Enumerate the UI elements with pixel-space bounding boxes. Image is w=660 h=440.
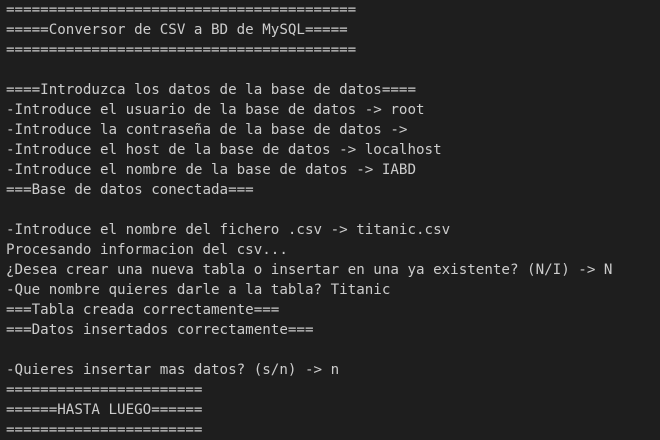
table-name-prompt: -Que nombre quieres darle a la tabla? Ti… [6, 282, 391, 298]
csv-file-prompt: -Introduce el nombre del fichero .csv ->… [6, 222, 451, 238]
db-host-prompt: -Introduce el host de la base de datos -… [6, 142, 442, 158]
insert-more-prompt: -Quieres insertar mas datos? (s/n) -> n [6, 362, 340, 378]
footer-separator-bottom: ======================= [6, 422, 203, 438]
app-title: =====Conversor de CSV a BD de MySQL===== [6, 22, 348, 38]
goodbye-message: ======HASTA LUEGO====== [6, 402, 203, 418]
table-created-message: ===Tabla creada correctamente=== [6, 302, 280, 318]
db-section-heading: ====Introduzca los datos de la base de d… [6, 82, 416, 98]
db-user-prompt: -Introduce el usuario de la base de dato… [6, 102, 425, 118]
terminal-output[interactable]: ======================= =================… [0, 0, 660, 440]
db-name-prompt: -Introduce el nombre de la base de datos… [6, 162, 416, 178]
footer-separator-top: ======================= [6, 382, 203, 398]
db-connected-message: ===Base de datos conectada=== [6, 182, 254, 198]
table-mode-prompt: ¿Desea crear una nueva tabla o insertar … [6, 262, 613, 278]
db-password-prompt: -Introduce la contraseña de la base de d… [6, 122, 408, 138]
header-separator-bottom: ========================================… [6, 42, 357, 58]
header-separator-top: ========================================… [6, 2, 357, 18]
data-inserted-message: ===Datos insertados correctamente=== [6, 322, 314, 338]
processing-message: Procesando informacion del csv... [6, 242, 288, 258]
